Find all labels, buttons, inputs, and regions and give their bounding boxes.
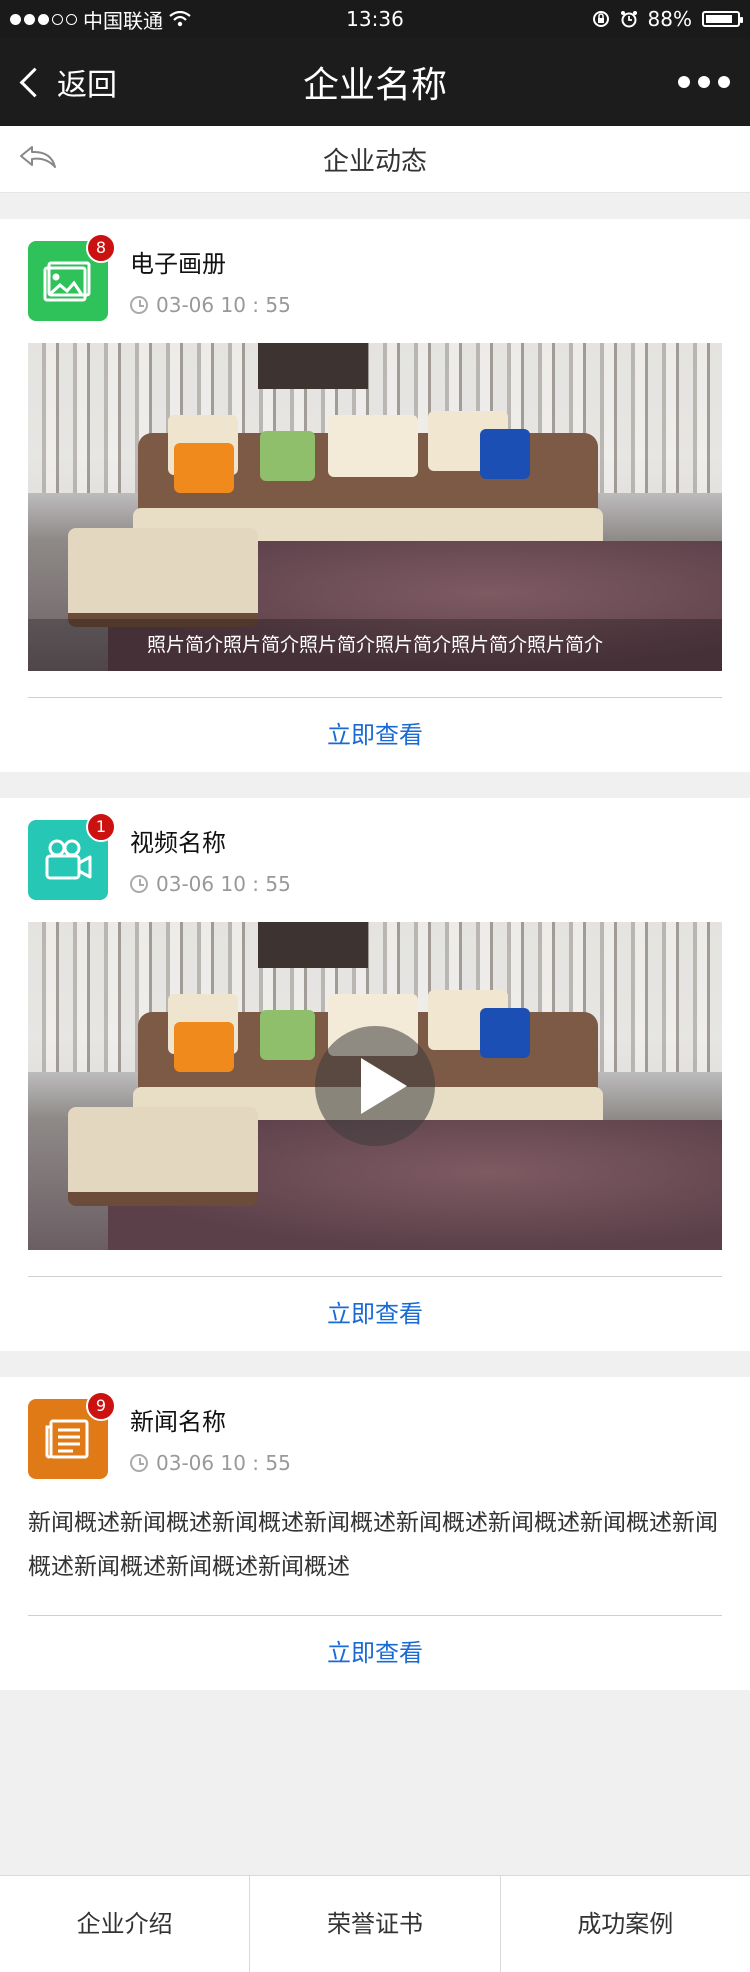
card-header-text: 视频名称 03-06 10 : 55 [130, 820, 291, 896]
view-now-button[interactable]: 立即查看 [28, 1616, 722, 1690]
nav-bar: 返回 企业名称 [0, 38, 750, 126]
photo-cushion [480, 429, 530, 479]
time-text: 03-06 10 : 55 [156, 1451, 291, 1475]
photo-cushion [174, 443, 234, 493]
card-header: 8 电子画册 03-06 10 : 55 [28, 219, 722, 343]
photo-ottoman [68, 1107, 258, 1206]
section-title: 企业动态 [322, 146, 427, 177]
newspaper-icon: 9 [28, 1391, 116, 1479]
view-now-button[interactable]: 立即查看 [28, 1277, 722, 1351]
rotation-lock-icon [592, 11, 609, 27]
photo-cushion [260, 1010, 315, 1060]
unread-badge: 1 [86, 812, 116, 842]
bottom-tab-bar: 企业介绍 荣誉证书 成功案例 [0, 1875, 750, 1972]
signal-dot [52, 13, 63, 25]
chevron-left-icon [19, 67, 50, 97]
news-description: 新闻概述新闻概述新闻概述新闻概述新闻概述新闻概述新闻概述新闻概述新闻概述新闻概述… [28, 1510, 718, 1580]
news-card: 9 新闻名称 03-06 10 : 55 新闻概述新闻概述新闻概述新闻概述新闻概… [0, 1377, 750, 1690]
photo-art [258, 922, 368, 968]
signal-strength-icon [10, 13, 77, 25]
card-title: 视频名称 [130, 829, 226, 857]
card-header-text: 新闻名称 03-06 10 : 55 [130, 1399, 291, 1475]
time-text: 03-06 10 : 55 [156, 872, 291, 896]
reply-arrow-icon[interactable] [0, 143, 58, 175]
card-time: 03-06 10 : 55 [130, 1451, 291, 1475]
card-header: 1 视频名称 03-06 10 : 55 [28, 798, 722, 922]
photo-ottoman [68, 528, 258, 627]
battery-icon [702, 11, 743, 27]
album-photo[interactable]: 照片简介照片简介照片简介照片简介照片简介照片简介 [28, 343, 722, 671]
battery-fill [706, 15, 732, 23]
card-header-text: 电子画册 03-06 10 : 55 [130, 241, 291, 317]
card-title: 新闻名称 [130, 1408, 226, 1436]
photo-cushion [260, 431, 315, 481]
card-header: 9 新闻名称 03-06 10 : 55 [28, 1377, 722, 1501]
photo-art [258, 343, 368, 389]
clock-icon [130, 296, 148, 314]
carrier-name: 中国联通 [83, 8, 163, 33]
play-icon[interactable] [315, 1026, 435, 1146]
alarm-icon [620, 11, 637, 28]
clock-icon [130, 1454, 148, 1472]
signal-dot [66, 13, 77, 25]
view-now-button[interactable]: 立即查看 [28, 698, 722, 772]
card-time: 03-06 10 : 55 [130, 293, 291, 317]
section-header: 企业动态 [0, 126, 750, 193]
card-time: 03-06 10 : 55 [130, 872, 291, 896]
battery-percent: 88% [647, 7, 692, 31]
photo-caption: 照片简介照片简介照片简介照片简介照片简介照片简介 [28, 619, 722, 671]
dot [718, 76, 730, 88]
status-right: 88% [592, 7, 743, 31]
unread-badge: 8 [86, 233, 116, 263]
status-bar: 中国联通 13:36 88% [0, 0, 750, 38]
video-camera-icon: 1 [28, 812, 116, 900]
photo-cushion [328, 415, 418, 477]
video-thumbnail[interactable] [28, 922, 722, 1250]
signal-dot [24, 13, 35, 25]
tab-honor-certificates[interactable]: 荣誉证书 [249, 1876, 499, 1972]
dot [678, 76, 690, 88]
video-card: 1 视频名称 03-06 10 : 55 立即查看 [0, 798, 750, 1351]
clock-icon [130, 875, 148, 893]
album-card: 8 电子画册 03-06 10 : 55 照片简介照片简介照片简介照片简介照片简… [0, 219, 750, 772]
photo-cushion [174, 1022, 234, 1072]
more-dots-icon[interactable] [678, 76, 750, 88]
card-title: 电子画册 [130, 250, 226, 278]
picture-icon: 8 [28, 233, 116, 321]
time-text: 03-06 10 : 55 [156, 293, 291, 317]
photo-cushion [480, 1008, 530, 1058]
signal-dot [10, 13, 21, 25]
wifi-icon [169, 11, 191, 27]
dot [698, 76, 710, 88]
status-left: 中国联通 [10, 5, 191, 34]
tab-company-intro[interactable]: 企业介绍 [0, 1876, 249, 1972]
back-button[interactable]: 返回 [0, 38, 117, 126]
signal-dot [38, 13, 49, 25]
unread-badge: 9 [86, 1391, 116, 1421]
back-label: 返回 [57, 68, 117, 103]
tab-success-cases[interactable]: 成功案例 [499, 1876, 750, 1972]
